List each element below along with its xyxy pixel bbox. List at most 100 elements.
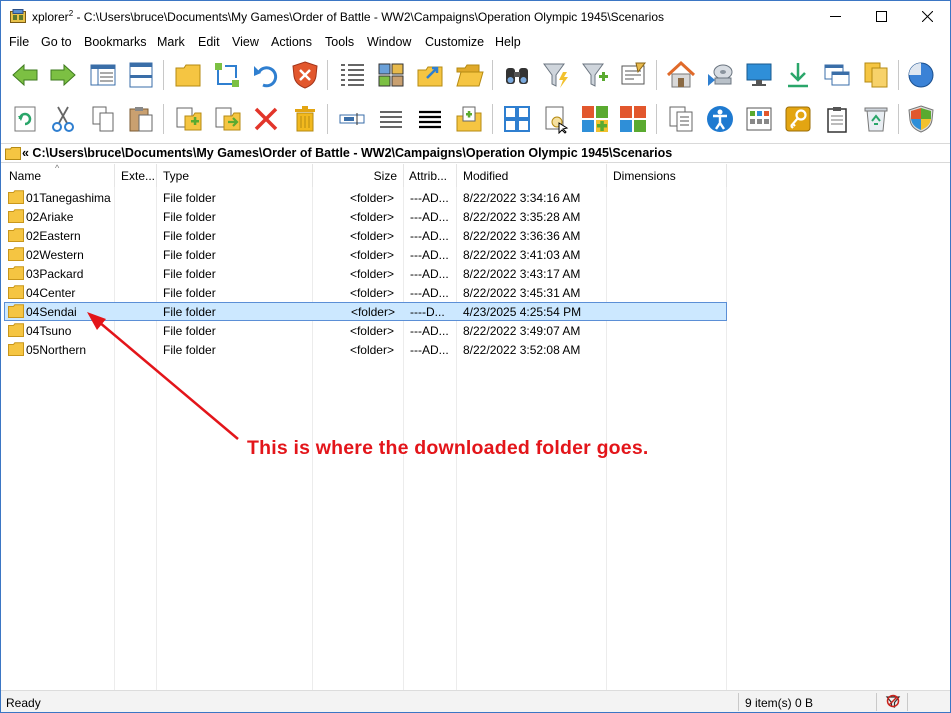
menu-view[interactable]: View [232, 35, 259, 49]
table-row[interactable]: 03Packard File folder <folder> ---AD... … [1, 264, 727, 283]
table-row[interactable]: 01Tanegashima File folder <folder> ---AD… [1, 188, 727, 207]
cut-button[interactable] [46, 101, 80, 137]
notes-button[interactable] [616, 57, 650, 93]
details-view-button[interactable] [335, 57, 369, 93]
thumbnails-button[interactable] [374, 57, 408, 93]
table-row[interactable]: 04Center File folder <folder> ---AD... 8… [1, 283, 727, 302]
menu-bookmarks[interactable]: Bookmarks [84, 35, 147, 49]
new-file-button[interactable] [452, 101, 486, 137]
windows-button[interactable] [820, 57, 854, 93]
folder-arrow-icon [417, 66, 443, 87]
columns-button[interactable] [742, 101, 776, 137]
column-header-dimensions[interactable]: Dimensions [607, 164, 727, 187]
key-icon [785, 106, 811, 132]
scissors-icon [52, 106, 74, 132]
tiles-button[interactable] [616, 101, 650, 137]
paste-button[interactable] [124, 101, 158, 137]
menu-file[interactable]: File [9, 35, 29, 49]
clipboard-button[interactable] [820, 101, 854, 137]
tiles-add-button[interactable] [578, 101, 612, 137]
table-row[interactable]: 04Tsuno File folder <folder> ---AD... 8/… [1, 321, 727, 340]
delete-button[interactable] [249, 101, 283, 137]
recycle-bin-icon [864, 107, 888, 132]
copy-files-button[interactable] [859, 57, 893, 93]
column-header-extension[interactable]: Exte... [115, 164, 157, 187]
menu-customize[interactable]: Customize [425, 35, 484, 49]
cell-modified: 8/22/2022 3:45:31 AM [463, 286, 581, 300]
forward-button[interactable] [46, 57, 80, 93]
menu-window[interactable]: Window [367, 35, 411, 49]
rename-button[interactable] [335, 101, 369, 137]
column-header-size[interactable]: Size [313, 164, 404, 187]
column-header-name[interactable]: Name ^ [1, 164, 115, 187]
grid-icon [504, 106, 530, 132]
cell-type: File folder [163, 286, 216, 300]
menu-actions[interactable]: Actions [271, 35, 312, 49]
column-header-attributes[interactable]: Attrib... [404, 164, 457, 187]
home-button[interactable] [664, 57, 698, 93]
folder-icon [175, 64, 201, 87]
protect-button[interactable] [288, 57, 322, 93]
document-cursor-icon [545, 106, 569, 134]
cell-attributes: ----D... [410, 305, 445, 319]
menu-tools[interactable]: Tools [325, 35, 354, 49]
copy-names-button[interactable] [664, 101, 698, 137]
menu-mark[interactable]: Mark [157, 35, 185, 49]
copy-to-button[interactable] [171, 101, 205, 137]
cell-type: File folder [163, 324, 216, 338]
sync-button[interactable] [210, 57, 244, 93]
table-row[interactable]: 05Northern File folder <folder> ---AD...… [1, 340, 727, 359]
open-folder-button[interactable] [452, 57, 486, 93]
security-button[interactable] [781, 101, 815, 137]
back-button[interactable] [8, 57, 42, 93]
table-row-selected[interactable]: 04Sendai File folder <folder> ----D... 4… [4, 302, 727, 321]
copy-button[interactable] [86, 101, 120, 137]
table-row[interactable]: 02Ariake File folder <folder> ---AD... 8… [1, 207, 727, 226]
refresh-button[interactable] [8, 101, 42, 137]
thumbnails-icon [378, 63, 404, 87]
recycle-button[interactable] [288, 101, 322, 137]
close-icon [921, 11, 933, 22]
admin-button[interactable] [904, 101, 938, 137]
folder-icon [8, 323, 24, 337]
select-pattern-button[interactable] [539, 101, 573, 137]
filter-plus-icon [582, 63, 608, 87]
table-row[interactable]: 02Western File folder <folder> ---AD... … [1, 245, 727, 264]
folder-icon [8, 266, 24, 280]
close-button[interactable] [904, 1, 950, 32]
tree-pane-button[interactable] [86, 57, 120, 93]
dual-pane-button[interactable] [124, 57, 158, 93]
menu-edit[interactable]: Edit [198, 35, 220, 49]
column-header-modified[interactable]: Modified [457, 164, 607, 187]
computer-button[interactable] [742, 57, 776, 93]
minimize-button[interactable] [812, 1, 858, 32]
undo-button[interactable] [249, 57, 283, 93]
downloads-button[interactable] [781, 57, 815, 93]
menu-go-to[interactable]: Go to [41, 35, 72, 49]
accessibility-button[interactable] [703, 101, 737, 137]
disk-usage-button[interactable] [904, 57, 938, 93]
address-path[interactable]: « C:\Users\bruce\Documents\My Games\Orde… [22, 146, 672, 160]
move-button[interactable] [210, 101, 244, 137]
move-to-button[interactable] [413, 57, 447, 93]
filter-button[interactable] [539, 57, 573, 93]
table-row[interactable]: 02Eastern File folder <folder> ---AD... … [1, 226, 727, 245]
title-bar[interactable]: xplorer2 - C:\Users\bruce\Documents\My G… [1, 1, 950, 32]
add-filter-button[interactable] [578, 57, 612, 93]
properties-button[interactable] [374, 101, 408, 137]
recycle-bin-button[interactable] [859, 101, 893, 137]
select-grid-button[interactable] [500, 101, 534, 137]
filter-off-icon[interactable] [885, 694, 901, 710]
branch-icon [215, 63, 239, 87]
cell-modified: 8/22/2022 3:49:07 AM [463, 324, 581, 338]
maximize-button[interactable] [858, 1, 904, 32]
drives-button[interactable] [703, 57, 737, 93]
cell-modified: 8/22/2022 3:36:36 AM [463, 229, 581, 243]
select-all-button[interactable] [413, 101, 447, 137]
menu-help[interactable]: Help [495, 35, 521, 49]
column-header-type[interactable]: Type [157, 164, 313, 187]
new-folder-button[interactable] [171, 57, 205, 93]
address-bar[interactable]: « C:\Users\bruce\Documents\My Games\Orde… [1, 143, 950, 163]
find-button[interactable] [500, 57, 534, 93]
explorer-window: xplorer2 - C:\Users\bruce\Documents\My G… [0, 0, 951, 713]
